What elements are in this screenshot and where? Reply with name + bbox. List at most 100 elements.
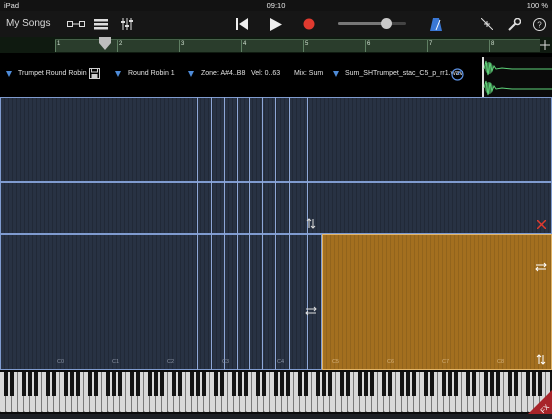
black-key[interactable] <box>238 372 242 396</box>
black-key[interactable] <box>136 372 140 396</box>
black-key[interactable] <box>256 372 260 396</box>
black-key[interactable] <box>94 372 98 396</box>
black-key[interactable] <box>382 372 386 396</box>
black-key[interactable] <box>358 372 362 396</box>
zone-row-high[interactable] <box>0 97 552 182</box>
file-dropdown-icon[interactable] <box>333 71 339 77</box>
black-key[interactable] <box>160 372 164 396</box>
timeline-ruler[interactable]: 1 2 3 4 5 6 7 8 <box>0 37 552 53</box>
black-key[interactable] <box>202 372 206 396</box>
group-dropdown-icon[interactable] <box>115 71 121 77</box>
velocity-range[interactable]: Vel: 0..63 <box>251 70 280 77</box>
black-key[interactable] <box>346 372 350 396</box>
black-key[interactable] <box>214 372 218 396</box>
black-key[interactable] <box>370 372 374 396</box>
vertical-resize-icon[interactable] <box>305 217 317 229</box>
zone-dropdown-icon[interactable] <box>188 71 194 77</box>
black-key[interactable] <box>4 372 8 396</box>
piano-keyboard[interactable] <box>0 370 552 414</box>
zone-row-mid[interactable] <box>0 182 552 234</box>
black-key[interactable] <box>442 372 446 396</box>
volume-knob[interactable] <box>381 18 393 29</box>
black-key[interactable] <box>28 372 32 396</box>
black-key[interactable] <box>322 372 326 396</box>
black-key[interactable] <box>466 372 470 396</box>
black-key[interactable] <box>10 372 14 396</box>
black-key[interactable] <box>118 372 122 396</box>
selected-zone[interactable] <box>322 234 552 370</box>
tracks-icon[interactable] <box>92 16 110 32</box>
black-key[interactable] <box>154 372 158 396</box>
instrument-name[interactable]: Trumpet Round Robin <box>18 70 87 77</box>
sample-zone-grid[interactable]: C0 C1 C2 C3 C4 C5 C6 C7 C8 <box>0 97 552 370</box>
black-key[interactable] <box>88 372 92 396</box>
black-key[interactable] <box>286 372 290 396</box>
rewind-icon[interactable] <box>233 15 251 33</box>
black-key[interactable] <box>274 372 278 396</box>
tune-dial-icon[interactable] <box>450 67 464 81</box>
settings-wrench-icon[interactable] <box>506 15 522 33</box>
black-key[interactable] <box>46 372 50 396</box>
black-key[interactable] <box>52 372 56 396</box>
black-key[interactable] <box>262 372 266 396</box>
help-icon[interactable]: ? <box>531 15 547 33</box>
black-key[interactable] <box>298 372 302 396</box>
selected-horizontal-resize-icon[interactable] <box>534 261 548 273</box>
black-key[interactable] <box>316 372 320 396</box>
black-key[interactable] <box>508 372 512 396</box>
fx-button[interactable]: FX <box>528 390 552 415</box>
play-icon[interactable] <box>267 15 285 33</box>
black-key[interactable] <box>70 372 74 396</box>
waveform-preview[interactable] <box>482 57 552 97</box>
black-key[interactable] <box>172 372 176 396</box>
black-key[interactable] <box>304 372 308 396</box>
volume-slider[interactable] <box>338 18 406 29</box>
collapse-icon[interactable] <box>479 15 495 33</box>
view-toggle-icon[interactable] <box>66 16 86 32</box>
zone-range[interactable]: Zone: A#4..B8 <box>201 70 245 77</box>
delete-zone-icon[interactable] <box>535 218 547 230</box>
black-key[interactable] <box>340 372 344 396</box>
black-key[interactable] <box>190 372 194 396</box>
black-key[interactable] <box>22 372 26 396</box>
black-key[interactable] <box>412 372 416 396</box>
black-key[interactable] <box>454 372 458 396</box>
black-key[interactable] <box>490 372 494 396</box>
black-key[interactable] <box>484 372 488 396</box>
zone-row-low[interactable] <box>0 234 322 370</box>
black-key[interactable] <box>64 372 68 396</box>
black-key[interactable] <box>178 372 182 396</box>
black-key[interactable] <box>106 372 110 396</box>
black-key[interactable] <box>148 372 152 396</box>
black-key[interactable] <box>472 372 476 396</box>
black-key[interactable] <box>448 372 452 396</box>
metronome-icon[interactable] <box>428 15 444 33</box>
black-key[interactable] <box>496 372 500 396</box>
black-key[interactable] <box>34 372 38 396</box>
black-key[interactable] <box>112 372 116 396</box>
black-key[interactable] <box>400 372 404 396</box>
black-key[interactable] <box>388 372 392 396</box>
black-key[interactable] <box>280 372 284 396</box>
my-songs-button[interactable]: My Songs <box>6 18 50 29</box>
black-key[interactable] <box>196 372 200 396</box>
black-key[interactable] <box>364 372 368 396</box>
playhead[interactable] <box>98 37 111 51</box>
black-key[interactable] <box>130 372 134 396</box>
black-key[interactable] <box>430 372 434 396</box>
black-key[interactable] <box>514 372 518 396</box>
black-key[interactable] <box>220 372 224 396</box>
black-key[interactable] <box>232 372 236 396</box>
instrument-dropdown-icon[interactable] <box>6 71 12 77</box>
group-name[interactable]: Round Robin 1 <box>128 70 175 77</box>
add-icon[interactable] <box>538 38 552 52</box>
mixer-icon[interactable] <box>118 16 136 32</box>
save-icon[interactable] <box>88 67 100 79</box>
black-key[interactable] <box>328 372 332 396</box>
black-key[interactable] <box>424 372 428 396</box>
ruler-track[interactable]: 1 2 3 4 5 6 7 8 <box>55 39 540 52</box>
black-key[interactable] <box>76 372 80 396</box>
selected-vertical-resize-icon[interactable] <box>535 353 547 365</box>
horizontal-resize-icon[interactable] <box>304 305 318 317</box>
mix-mode[interactable]: Mix: Sum <box>294 70 323 77</box>
